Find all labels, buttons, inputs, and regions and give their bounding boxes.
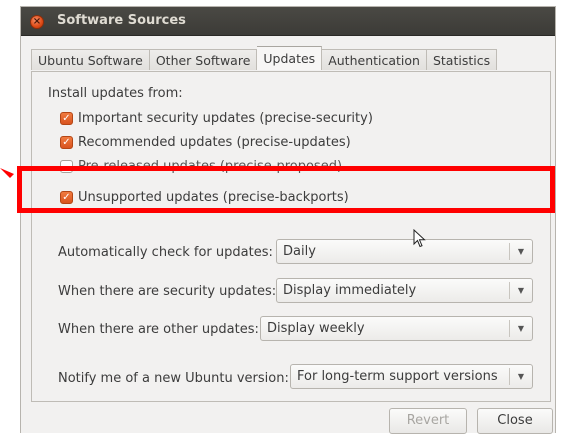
notify-version-combo[interactable]: For long-term support versions ▼ <box>290 364 533 389</box>
checkbox-row-recommended[interactable]: ✓ Recommended updates (precise-updates) <box>60 132 351 152</box>
notify-version-label: Notify me of a new Ubuntu version: <box>58 371 289 386</box>
dropdown-arrow-icon: ▼ <box>517 247 525 256</box>
install-updates-heading: Install updates from: <box>48 86 183 101</box>
security-updates-label: When there are security updates: <box>58 284 277 299</box>
close-button[interactable]: Close <box>477 408 553 434</box>
checkbox-checked-icon[interactable]: ✓ <box>60 135 73 149</box>
tab-statistics[interactable]: Statistics <box>426 49 498 70</box>
other-updates-label: When there are other updates: <box>58 322 259 337</box>
window-title: Software Sources <box>57 13 186 28</box>
title-bar: × Software Sources <box>21 7 555 36</box>
tab-ubuntu-software[interactable]: Ubuntu Software <box>31 49 150 70</box>
mouse-pointer-icon <box>413 229 426 248</box>
annotation-arrow-icon <box>0 168 14 178</box>
other-updates-combo[interactable]: Display weekly ▼ <box>260 316 533 341</box>
combo-value: Display immediately <box>283 283 417 298</box>
tab-other-software[interactable]: Other Software <box>149 49 258 70</box>
tab-authentication[interactable]: Authentication <box>322 49 427 70</box>
checkbox-label: Recommended updates (precise-updates) <box>78 134 351 150</box>
auto-check-combo[interactable]: Daily ▼ <box>276 239 533 264</box>
window-close-icon[interactable]: × <box>30 15 44 29</box>
annotation-highlight-box <box>17 166 555 213</box>
combo-value: Display weekly <box>267 321 365 336</box>
dropdown-arrow-icon: ▼ <box>517 324 525 333</box>
software-sources-window: × Software Sources Ubuntu Software Other… <box>20 6 556 434</box>
dropdown-arrow-icon: ▼ <box>517 372 525 381</box>
checkbox-label: Important security updates (precise-secu… <box>78 110 373 126</box>
dropdown-arrow-icon: ▼ <box>517 286 525 295</box>
combo-value: For long-term support versions <box>297 369 498 384</box>
updates-panel: Install updates from: ✓ Important securi… <box>31 71 551 402</box>
auto-check-label: Automatically check for updates: <box>58 245 273 260</box>
security-updates-combo[interactable]: Display immediately ▼ <box>276 278 533 303</box>
tab-bar: Ubuntu Software Other Software Updates A… <box>31 46 498 71</box>
tab-updates[interactable]: Updates <box>257 46 323 70</box>
combo-value: Daily <box>283 244 316 259</box>
checkbox-row-security[interactable]: ✓ Important security updates (precise-se… <box>60 108 373 128</box>
checkbox-checked-icon[interactable]: ✓ <box>60 111 73 125</box>
revert-button[interactable]: Revert <box>389 408 467 434</box>
